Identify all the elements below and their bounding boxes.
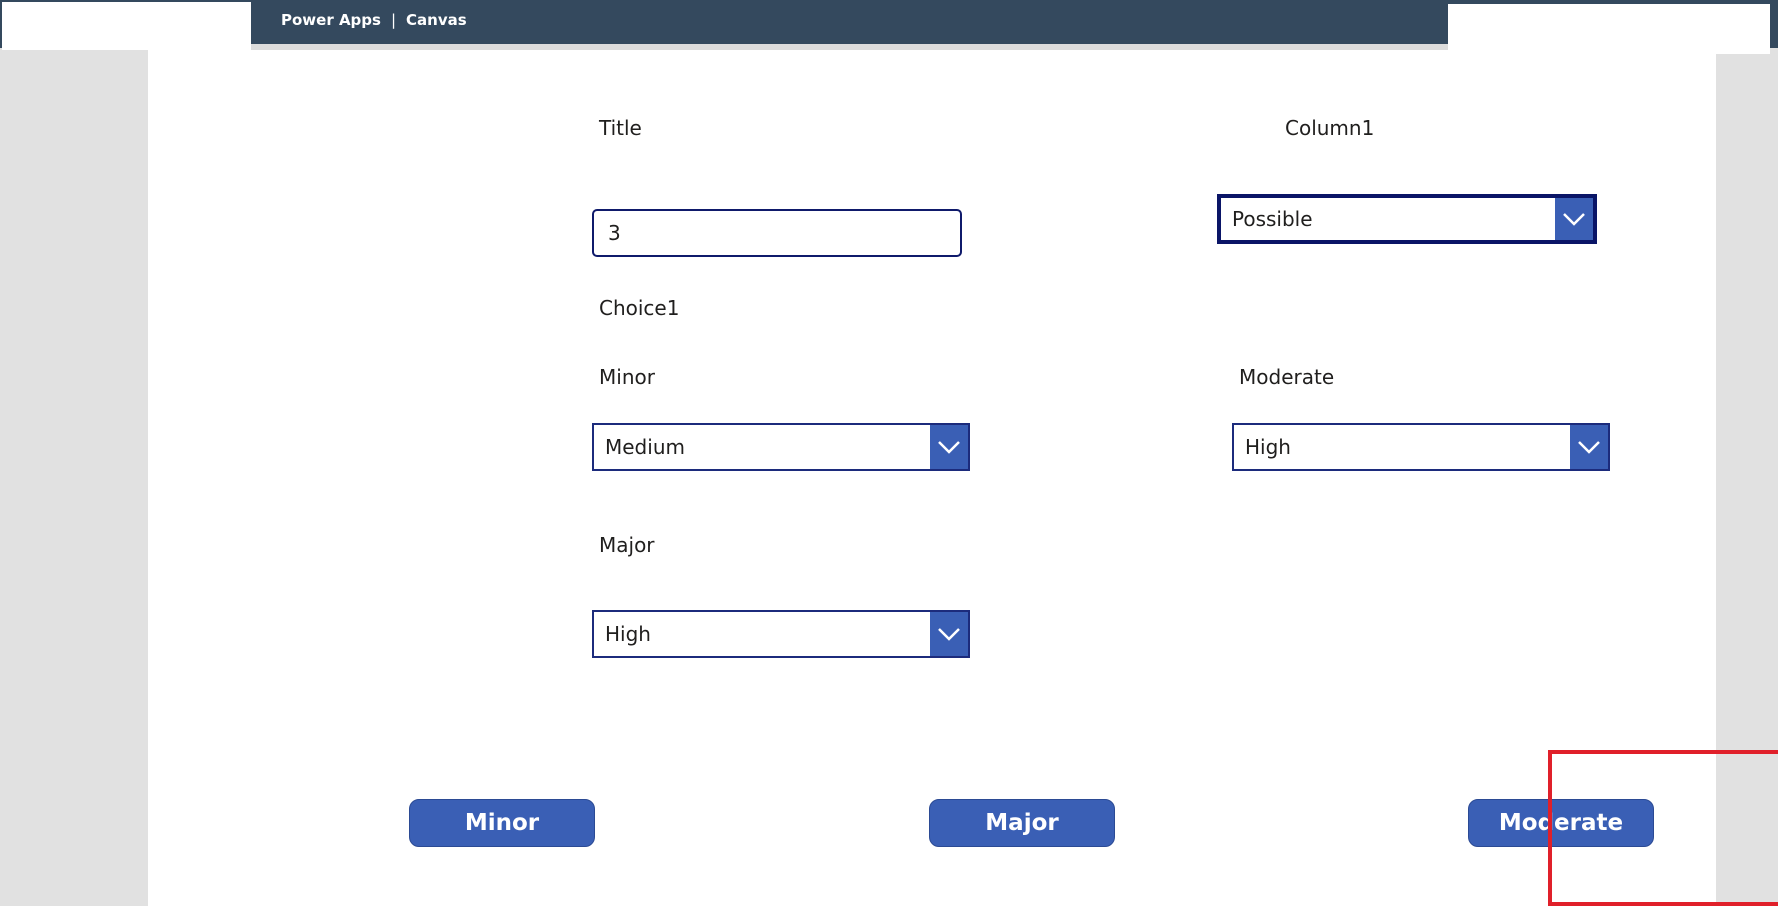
- chevron-down-icon: [930, 612, 968, 656]
- chevron-down-icon: [1570, 425, 1608, 469]
- title-input[interactable]: [592, 209, 962, 257]
- moderate-dropdown-value: High: [1245, 435, 1291, 459]
- highlight-box: [1548, 750, 1778, 906]
- choice1-label: Choice1: [599, 296, 680, 320]
- minor-dropdown[interactable]: Medium: [592, 423, 970, 471]
- top-bar-left-panel: [2, 2, 251, 50]
- title-label: Title: [599, 116, 642, 140]
- chevron-down-icon: [1555, 198, 1593, 240]
- major-button[interactable]: Major: [929, 799, 1115, 847]
- major-dropdown[interactable]: High: [592, 610, 970, 658]
- minor-dropdown-value: Medium: [605, 435, 685, 459]
- major-dropdown-value: High: [605, 622, 651, 646]
- app-canvas: Title Column1 Possible Choice1 Minor Med…: [148, 50, 1778, 906]
- major-label: Major: [599, 533, 655, 557]
- moderate-label: Moderate: [1239, 365, 1335, 389]
- brand-separator: |: [390, 11, 397, 29]
- column1-dropdown-value: Possible: [1232, 207, 1313, 231]
- brand: Power Apps | Canvas: [281, 11, 467, 29]
- minor-button[interactable]: Minor: [409, 799, 595, 847]
- section-name: Canvas: [406, 11, 467, 29]
- top-bar-right-panel: [1448, 4, 1770, 54]
- column1-dropdown[interactable]: Possible: [1217, 194, 1597, 244]
- minor-label: Minor: [599, 365, 655, 389]
- app-name: Power Apps: [281, 11, 381, 29]
- column1-label: Column1: [1285, 116, 1375, 140]
- moderate-dropdown[interactable]: High: [1232, 423, 1610, 471]
- chevron-down-icon: [930, 425, 968, 469]
